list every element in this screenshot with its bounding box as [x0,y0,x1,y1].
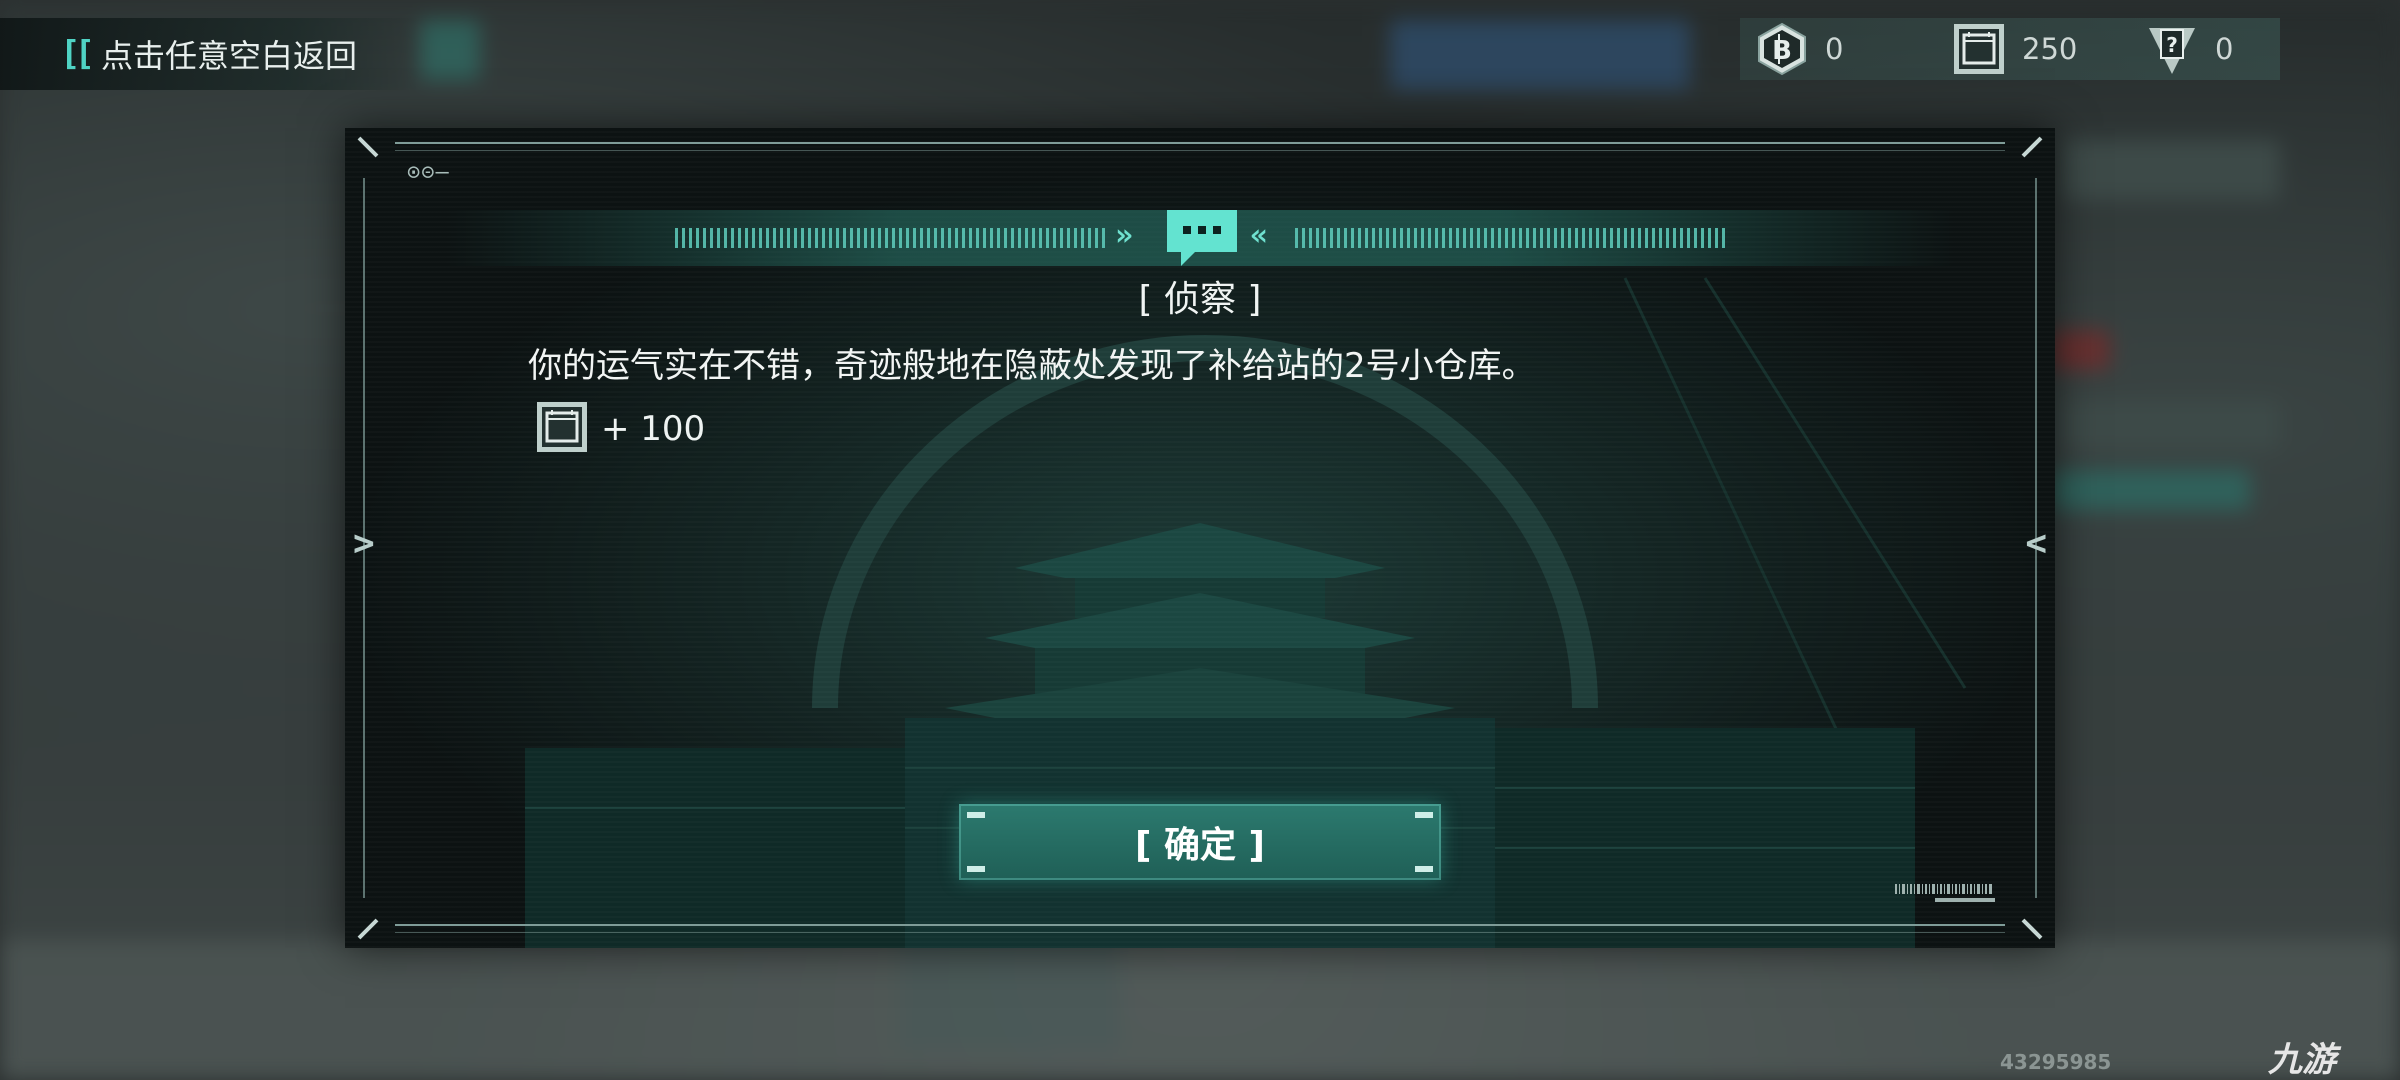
frame-bottom-inner [395,932,2005,933]
b-coin-icon: B [1755,22,1809,76]
event-dialog: ⊙⊝— > < » « [ 侦察 ] 你的运气实在不错，奇迹般地在隐蔽处发现了补… [345,128,2055,948]
frame-top [395,142,2005,144]
stripe-right [1295,228,1725,248]
chevron-left-icon: « [1250,218,1269,253]
watermark-logo: 九游 [2268,1040,2336,1080]
chevron-right-icon: » [1115,218,1134,253]
double-bracket-icon: [[ [60,34,95,74]
button-corner-tick [1415,866,1433,872]
left-arrow-icon: > [353,523,375,564]
confirm-button[interactable]: [ 确定 ] [959,804,1441,880]
barcode-decoration [1895,884,1995,902]
watermark-id: 43295985 [2000,1050,2112,1074]
button-corner-tick [1415,812,1433,818]
currency-supply: 250 [1952,22,2077,76]
reward-amount: + 100 [601,409,706,449]
b-coin-value: 0 [1825,32,1844,66]
tap-to-return-hint[interactable]: [[ 点击任意空白返回 [0,18,420,90]
svg-text:B: B [1772,36,1792,66]
corner-tr-icon [2021,136,2043,158]
supply-crate-icon [535,400,589,458]
frame-dots-icon: ⊙⊝— [407,160,450,185]
mystery-value: 0 [2215,32,2234,66]
mystery-card-icon: ? [2145,22,2199,76]
reward-row: + 100 [535,400,705,458]
currency-mystery: ? 0 [2145,22,2233,76]
button-corner-tick [967,866,985,872]
back-hint-label: 点击任意空白返回 [100,37,357,75]
supply-crate-icon [1952,22,2006,76]
svg-text:?: ? [2166,33,2178,57]
corner-bl-icon [357,918,379,940]
dialog-message: 你的运气实在不错，奇迹般地在隐蔽处发现了补给站的2号小仓库。 [528,346,1536,386]
stripe-left [675,228,1105,248]
corner-tl-icon [357,136,379,158]
currency-b-coin: B 0 [1755,22,1843,76]
right-arrow-icon: < [2025,523,2047,564]
chat-bubble-icon [1167,210,1237,266]
frame-top-inner [395,150,2005,151]
supply-value: 250 [2022,32,2078,66]
dialog-title: [ 侦察 ] [1138,279,1262,320]
frame-bottom [395,924,2005,926]
confirm-button-label: [ 确定 ] [1135,825,1265,866]
button-corner-tick [967,812,985,818]
corner-br-icon [2021,918,2043,940]
